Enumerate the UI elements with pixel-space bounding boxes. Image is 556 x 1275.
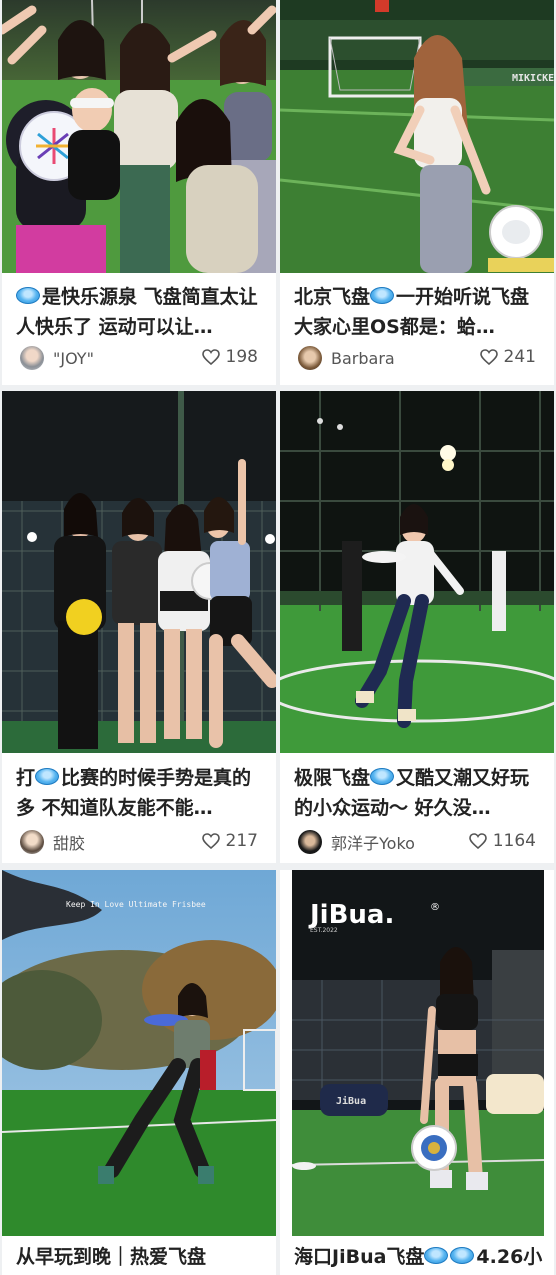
note-title-text: 极限飞盘 xyxy=(294,767,371,789)
photo-caption: Keep In Love Ultimate Frisbee xyxy=(66,900,206,909)
note-author[interactable]: 甜胶 xyxy=(20,830,85,854)
frisbee-emoji-icon xyxy=(35,768,60,785)
note-title[interactable]: 从早玩到晚｜热爱飞盘 xyxy=(16,1242,266,1272)
note-author[interactable]: 郭洋子Yoko xyxy=(298,830,415,854)
heart-icon xyxy=(468,833,487,849)
cover-photo-graphic: JiBua JiBua. ® EST.2022 xyxy=(292,870,544,1236)
note-title-text: 海口JiBua飞盘 xyxy=(294,1246,425,1268)
cover-photo-graphic: MIKICKER xyxy=(280,0,554,273)
note-author[interactable]: "JOY" xyxy=(20,346,94,370)
author-name: 甜胶 xyxy=(53,834,86,853)
avatar xyxy=(20,830,44,854)
like-button[interactable]: 241 xyxy=(479,347,536,367)
note-title[interactable]: 极限飞盘 又酷又潮又好玩的小众运动～ 好久没… xyxy=(294,763,544,823)
note-cover-image[interactable] xyxy=(2,0,276,273)
avatar xyxy=(298,830,322,854)
note-title[interactable]: 是快乐源泉 飞盘简直太让人快乐了 运动可以让… xyxy=(16,282,266,342)
note-title[interactable]: 打比赛的时候手势是真的多 不知道队友能不能… xyxy=(16,763,266,823)
frisbee-emoji-icon xyxy=(450,1247,475,1264)
like-count: 241 xyxy=(503,347,536,367)
frisbee-emoji-icon xyxy=(16,287,40,304)
note-card[interactable]: 是快乐源泉 飞盘简直太让人快乐了 运动可以让… "JOY" 198 xyxy=(2,0,276,385)
frisbee-emoji-icon xyxy=(370,287,395,304)
note-title-text: 从早玩到晚｜热爱飞盘 xyxy=(16,1246,207,1268)
cover-photo-graphic: Keep In Love Ultimate Frisbee xyxy=(2,870,276,1236)
note-cover-image[interactable] xyxy=(2,391,276,753)
disc-logo-text: JiBua xyxy=(336,1095,366,1107)
avatar xyxy=(20,346,44,370)
note-cover-image[interactable] xyxy=(280,391,554,753)
cover-photo-graphic xyxy=(2,391,276,753)
note-title[interactable]: 海口JiBua飞盘 4.26小 xyxy=(294,1242,544,1272)
cover-photo-graphic xyxy=(280,391,554,753)
avatar xyxy=(298,346,322,370)
feed-grid: 是快乐源泉 飞盘简直太让人快乐了 运动可以让… "JOY" 198 MIKICK… xyxy=(0,0,556,1275)
author-name: "JOY" xyxy=(53,348,94,368)
jibua-registered-mark: ® xyxy=(430,902,440,913)
note-author[interactable]: Barbara xyxy=(298,346,395,370)
note-cover-image[interactable]: MIKICKER xyxy=(280,0,554,273)
note-cover-image[interactable]: Keep In Love Ultimate Frisbee xyxy=(2,870,276,1236)
cover-photo-graphic xyxy=(2,0,276,273)
heart-icon xyxy=(201,833,220,849)
heart-icon xyxy=(201,349,220,365)
note-card[interactable]: 打比赛的时候手势是真的多 不知道队友能不能… 甜胶 217 xyxy=(2,391,276,863)
author-name: 郭洋子Yoko xyxy=(331,834,415,853)
frisbee-emoji-icon xyxy=(424,1247,449,1264)
jibua-logo: JiBua. xyxy=(308,900,394,930)
note-title[interactable]: 北京飞盘 一开始听说飞盘大家心里OS都是：蛤… xyxy=(294,282,544,342)
note-title-text: 北京飞盘 xyxy=(294,286,371,308)
jibua-sub: EST.2022 xyxy=(310,927,338,934)
like-count: 1164 xyxy=(492,831,536,851)
note-title-lead: 打 xyxy=(16,767,36,789)
note-card[interactable]: Keep In Love Ultimate Frisbee 从早玩到晚｜热爱飞盘 xyxy=(2,870,276,1275)
note-title-text: 是快乐源泉 飞盘简直太让人快乐了 运动可以让… xyxy=(16,286,258,338)
note-card[interactable]: 极限飞盘 又酷又潮又好玩的小众运动～ 好久没… 郭洋子Yoko 1164 xyxy=(280,391,554,863)
heart-icon xyxy=(479,349,498,365)
field-banner-text: MIKICKER xyxy=(512,73,554,84)
author-name: Barbara xyxy=(331,348,395,368)
note-title-text-cont: 4.26小 xyxy=(476,1246,543,1268)
like-count: 198 xyxy=(225,347,258,367)
like-button[interactable]: 217 xyxy=(201,831,258,851)
like-count: 217 xyxy=(225,831,258,851)
note-card[interactable]: MIKICKER 北京飞盘一开始听说飞盘大家心里OS都是：蛤… Barbara … xyxy=(280,0,554,385)
frisbee-emoji-icon xyxy=(370,768,395,785)
note-card[interactable]: JiBua JiBua. ® EST.2022 海口JiBua飞盘 4.26小 xyxy=(280,870,554,1275)
like-button[interactable]: 1164 xyxy=(468,831,536,851)
note-cover-image[interactable]: JiBua JiBua. ® EST.2022 xyxy=(292,870,544,1236)
like-button[interactable]: 198 xyxy=(201,347,258,367)
